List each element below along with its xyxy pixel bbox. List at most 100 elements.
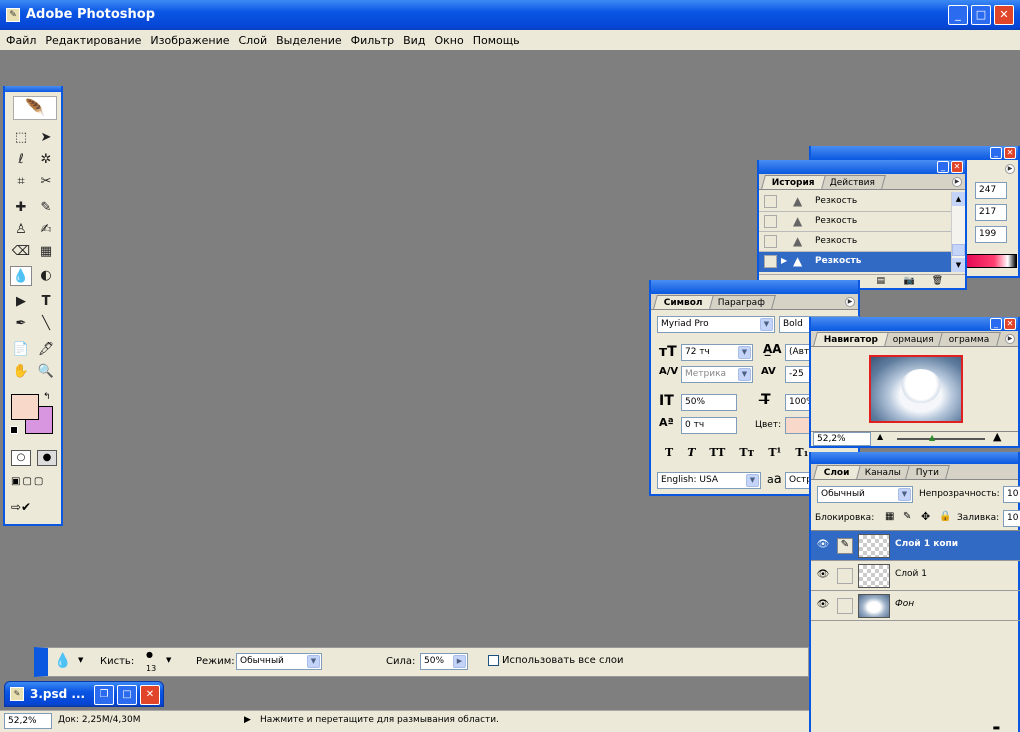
- minimize-button[interactable]: _: [948, 5, 968, 25]
- link-box[interactable]: [837, 598, 853, 614]
- navigator-palette-close[interactable]: ✕: [1004, 318, 1016, 330]
- path-select-icon[interactable]: ▶: [10, 292, 32, 312]
- trash-icon[interactable]: 🗑: [932, 276, 943, 286]
- toolbox-header[interactable]: [5, 86, 61, 92]
- notes-tool-icon[interactable]: 📄: [10, 340, 32, 360]
- blur-tool-preset-icon[interactable]: 💧: [54, 653, 71, 669]
- menu-layer[interactable]: Слой: [239, 34, 268, 47]
- navigator-palette-header[interactable]: _ ✕: [811, 317, 1018, 331]
- history-brush-source-icon[interactable]: [764, 215, 777, 228]
- history-palette-header[interactable]: _ ✕: [759, 160, 965, 174]
- scroll-thumb[interactable]: [952, 244, 965, 256]
- strength-input[interactable]: 50% ▶: [420, 653, 468, 670]
- lock-transparency-icon[interactable]: ▦: [885, 511, 894, 522]
- doc-close-button[interactable]: ✕: [140, 685, 160, 705]
- lock-all-icon[interactable]: 🔒: [939, 511, 951, 522]
- swap-colors-icon[interactable]: ↰: [43, 392, 51, 402]
- superscript-button[interactable]: T¹: [768, 446, 781, 464]
- color-palette-minimize[interactable]: _: [990, 147, 1002, 159]
- layer-row-selected[interactable]: 👁 ✎ Слой 1 копи: [811, 531, 1020, 561]
- history-item-selected[interactable]: ▶ ▲ Резкость: [759, 252, 951, 272]
- menu-image[interactable]: Изображение: [150, 34, 229, 47]
- menu-filter[interactable]: Фильтр: [351, 34, 395, 47]
- zoom-tool-icon[interactable]: 🔍: [35, 362, 57, 382]
- link-box[interactable]: [837, 568, 853, 584]
- history-brush-source-icon[interactable]: [764, 235, 777, 248]
- status-menu-arrow-icon[interactable]: ▶: [244, 715, 251, 725]
- mode-select[interactable]: Обычный ▼: [236, 653, 322, 670]
- fill-input[interactable]: 10: [1003, 510, 1020, 527]
- crop-tool-icon[interactable]: ⌗: [10, 172, 32, 192]
- new-snapshot-icon[interactable]: 📷: [904, 276, 915, 286]
- subscript-button[interactable]: T₁: [795, 446, 808, 464]
- tab-channels[interactable]: Каналы: [853, 465, 912, 479]
- brush-tool-icon[interactable]: ✎: [35, 198, 57, 218]
- navigator-zoom-slider[interactable]: ▲: [897, 433, 985, 442]
- baseline-shift-input[interactable]: 0 тч: [681, 417, 737, 434]
- lock-position-icon[interactable]: ✥: [921, 510, 930, 523]
- color-palette-header[interactable]: _ ✕: [811, 146, 1018, 160]
- tab-paragraph[interactable]: Параграф: [706, 295, 776, 309]
- zoom-out-icon[interactable]: ▲: [877, 432, 883, 441]
- stamp-tool-icon[interactable]: ♙: [10, 220, 32, 240]
- navigator-menu-icon[interactable]: ▶: [1005, 334, 1015, 344]
- color-palette-close[interactable]: ✕: [1004, 147, 1016, 159]
- lasso-tool-icon[interactable]: ℓ: [10, 150, 32, 170]
- navigator-zoom-input[interactable]: 52,2%: [813, 432, 871, 446]
- menu-window[interactable]: Окно: [434, 34, 463, 47]
- kerning-select[interactable]: Метрика ▼: [681, 366, 753, 383]
- navigator-palette-minimize[interactable]: _: [990, 318, 1002, 330]
- pen-tool-icon[interactable]: ✒: [10, 314, 32, 334]
- tool-preset-dropdown-icon[interactable]: ▼: [78, 656, 83, 664]
- menu-edit[interactable]: Редактирование: [45, 34, 141, 47]
- doc-maximize-button[interactable]: □: [117, 685, 137, 705]
- default-colors-icon[interactable]: [10, 426, 18, 434]
- close-button[interactable]: ✕: [994, 5, 1014, 25]
- navigator-preview[interactable]: [869, 355, 963, 423]
- menu-file[interactable]: Файл: [6, 34, 36, 47]
- history-menu-icon[interactable]: ▶: [952, 177, 962, 187]
- gradient-tool-icon[interactable]: ▦: [35, 242, 57, 262]
- slider-thumb[interactable]: ▲: [929, 433, 935, 442]
- line-tool-icon[interactable]: ╲: [35, 314, 57, 334]
- all-layers-checkbox[interactable]: [488, 655, 499, 666]
- zoom-in-icon[interactable]: ▲: [993, 430, 1001, 443]
- type-tool-icon[interactable]: T: [35, 292, 57, 312]
- history-item[interactable]: ▲ Резкость: [759, 212, 951, 232]
- status-zoom-input[interactable]: 52,2%: [4, 713, 52, 729]
- lock-pixels-icon[interactable]: ✎: [903, 511, 911, 522]
- color-value-b[interactable]: 199: [975, 226, 1007, 243]
- standard-mode-icon[interactable]: ○: [11, 450, 31, 466]
- scroll-down-icon[interactable]: ▼: [952, 258, 965, 272]
- layer-row[interactable]: 👁 Фон: [811, 591, 1020, 621]
- move-tool-icon[interactable]: ➤: [35, 128, 57, 148]
- layers-footer-icon[interactable]: ▬: [992, 723, 1000, 732]
- history-item[interactable]: ▲ Резкость: [759, 232, 951, 252]
- history-brush-icon[interactable]: ✍: [35, 220, 57, 240]
- menu-view[interactable]: Вид: [403, 34, 425, 47]
- eye-icon[interactable]: 👁: [816, 599, 830, 611]
- history-brush-source-icon[interactable]: [764, 255, 777, 268]
- history-item[interactable]: ▲ Резкость: [759, 192, 951, 212]
- opacity-input[interactable]: 10: [1003, 486, 1020, 503]
- scroll-up-icon[interactable]: ▲: [952, 192, 965, 206]
- eye-icon[interactable]: 👁: [816, 569, 830, 581]
- minimized-document[interactable]: ✎ 3.psd ... ❐ □ ✕: [4, 681, 164, 707]
- language-select[interactable]: English: USA ▼: [657, 472, 761, 489]
- screen-mode-icons[interactable]: ▣▢▢: [11, 476, 59, 492]
- layers-palette-header[interactable]: [811, 452, 1018, 464]
- blur-tool-icon[interactable]: 💧: [10, 266, 32, 286]
- eye-icon[interactable]: 👁: [816, 539, 830, 551]
- tab-navigator[interactable]: Навигатор: [813, 332, 890, 346]
- maximize-button[interactable]: □: [971, 5, 991, 25]
- character-menu-icon[interactable]: ▶: [845, 297, 855, 307]
- layer-row[interactable]: 👁 Слой 1: [811, 561, 1020, 591]
- menu-select[interactable]: Выделение: [276, 34, 342, 47]
- color-value-r[interactable]: 247: [975, 182, 1007, 199]
- foreground-color-swatch[interactable]: [11, 394, 39, 420]
- color-ramp[interactable]: [961, 254, 1017, 268]
- faux-bold-button[interactable]: T: [665, 446, 673, 464]
- color-palette-menu-icon[interactable]: ▶: [1005, 164, 1015, 174]
- color-value-g[interactable]: 217: [975, 204, 1007, 221]
- small-caps-button[interactable]: Tт: [739, 446, 754, 464]
